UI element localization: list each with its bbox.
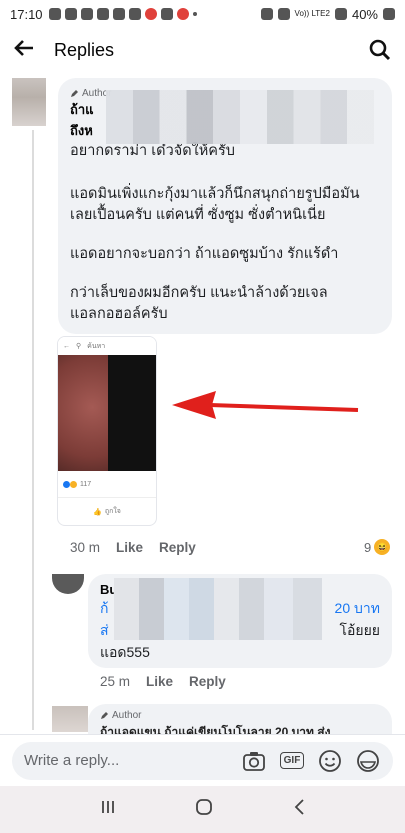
red-arrow-annotation [172, 391, 359, 419]
reply-bubble: Bu ก้ 20 บาท ส่ โอ้ยยย แอด555 [88, 574, 392, 668]
arrow-left-icon [14, 40, 33, 56]
app-badge-icon [144, 8, 157, 20]
android-nav-bar [0, 786, 405, 833]
recent-apps-icon [101, 801, 114, 813]
attachment-photo [58, 355, 156, 471]
notification-icons [48, 8, 197, 20]
pencil-icon [101, 712, 108, 719]
status-time: 17:10 [10, 6, 43, 22]
avatar[interactable] [12, 78, 46, 126]
signal-icon [334, 8, 347, 20]
reply-button[interactable]: Reply [159, 540, 196, 555]
comment-time: 30 m [70, 540, 101, 555]
reaction-summary[interactable]: 9 😆 [364, 539, 391, 555]
arrow-left-icon: ← [63, 342, 70, 350]
avatar[interactable] [52, 706, 88, 732]
sticker-icon [357, 749, 379, 772]
reply-input[interactable]: Write a reply... [24, 752, 229, 769]
search-icon: ⚲ [76, 343, 82, 350]
comment-paragraph: อยากดราม่า เด๋วจัดให้ครับ [70, 143, 235, 159]
emoji-button[interactable] [317, 748, 343, 774]
reply-button[interactable]: Reply [189, 674, 226, 689]
reply-line3: แอด555 [100, 644, 150, 660]
comment-paragraph: กว่าเล็บของผมอีกครับ แนะนำล้างด้วยเจล แอ… [70, 285, 328, 322]
message-icon [48, 8, 61, 20]
haha-reaction-icon [70, 480, 77, 488]
reaction-count: 9 [364, 539, 372, 555]
reply-time: 25 m [100, 674, 131, 689]
gallery-icon [112, 8, 125, 20]
gif-button[interactable]: GIF [279, 748, 305, 774]
attachment-reaction-count: 117 [80, 480, 92, 488]
reply-actions: 25 m Like Reply [100, 674, 226, 689]
volte-label: Vo)) LTE2 [294, 9, 330, 18]
home-icon [195, 799, 212, 815]
recent-apps-button[interactable] [100, 799, 116, 820]
attachment-like-label: ถูกใจ [104, 508, 121, 515]
reply-link-start: ก้ [100, 600, 109, 616]
youtube-icon [96, 8, 109, 20]
reply-link-start2[interactable]: ส่ [100, 619, 109, 641]
attached-image[interactable]: ← ⚲ ค้นหา 117 👍 ถูกใจ [57, 336, 157, 526]
search-button[interactable] [369, 39, 391, 61]
attachment-like-row: 👍 ถูกใจ [58, 497, 156, 525]
reply-composer: Write a reply... GIF [0, 734, 405, 786]
comment-paragraph: แอดอยากจะบอกว่า ถ้าแอดซูมบ้าง รักแร้ดำ [70, 246, 339, 262]
attachment-search-placeholder: ค้นหา [87, 342, 106, 350]
google-icon [128, 8, 141, 20]
sticker-button[interactable] [355, 748, 381, 774]
like-button[interactable]: Like [116, 540, 143, 555]
comment-bubble: Author ถ้าแ ถึงห อยากดราม่า เด๋วจัดให้คร… [58, 78, 392, 334]
more-dot-icon [192, 12, 197, 16]
status-right: Vo)) LTE2 40% [260, 6, 395, 22]
emoji-icon [319, 749, 341, 772]
comment-paragraph: แอดมินเพิ่งแกะกุ้งมาแล้วก็นึกสนุกถ่ายรูป… [70, 186, 360, 223]
avatar[interactable] [52, 574, 84, 594]
battery-text: 40% [351, 6, 378, 22]
search-icon [369, 39, 391, 61]
author-badge: Author [100, 710, 380, 721]
attachment-topbar: ← ⚲ ค้นหา [58, 337, 156, 355]
reply-line2-end: โอ้ยยย [339, 622, 380, 638]
battery-icon [383, 8, 395, 20]
facebook-icon [80, 8, 93, 20]
app-header: Replies [0, 28, 405, 72]
reply-input-box[interactable]: Write a reply... GIF [12, 741, 393, 780]
comment-text: อยากดราม่า เด๋วจัดให้ครับ แอดมินเพิ่งแกะ… [70, 141, 380, 325]
thumbs-up-icon: 👍 [93, 508, 102, 516]
attachment-photo-dark-area [108, 355, 156, 471]
attachment-reactions: 117 [58, 471, 156, 497]
back-button[interactable] [14, 37, 54, 63]
blurred-reply-region [114, 578, 322, 640]
like-button[interactable]: Like [146, 674, 173, 689]
chevron-left-icon [294, 799, 304, 815]
comment-actions: 30 m Like Reply [70, 540, 196, 555]
facebook-icon [64, 8, 77, 20]
blurred-name-region [106, 90, 374, 144]
app-badge-icon [176, 8, 189, 20]
thread-line [32, 130, 34, 580]
camera-button[interactable] [241, 748, 267, 774]
page-title: Replies [54, 39, 115, 60]
alarm-icon [260, 8, 273, 20]
reply-link-end: 20 บาท [334, 600, 380, 616]
like-reaction-icon [63, 480, 70, 488]
status-bar: 17:10 Vo)) LTE2 40% [0, 0, 405, 28]
back-nav-button[interactable] [292, 798, 306, 821]
pencil-icon [71, 90, 78, 97]
sync-icon [160, 8, 173, 20]
haha-reaction-icon: 😆 [374, 539, 391, 555]
camera-icon [243, 751, 265, 771]
author-badge-label: Author [112, 710, 142, 721]
thread-line [32, 580, 34, 730]
reply-bubble: Author ถ้าแอดแขน ถ้าแค่เขียนโมโนลาย 20 บ… [88, 704, 392, 738]
wifi-icon [277, 8, 290, 20]
home-button[interactable] [195, 798, 213, 821]
gif-icon: GIF [279, 752, 305, 769]
